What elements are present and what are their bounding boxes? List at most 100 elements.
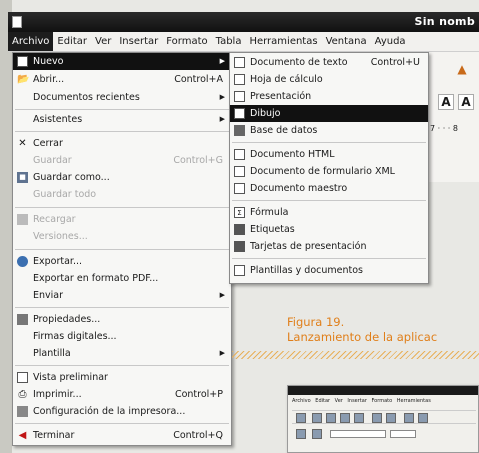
- menu-insertar[interactable]: Insertar: [115, 32, 162, 51]
- master-document-icon: [234, 183, 245, 194]
- submenu-item-etiquetas[interactable]: Etiquetas: [230, 221, 428, 238]
- export-icon: [17, 256, 28, 267]
- paint-bucket-icon[interactable]: ▲: [452, 62, 472, 80]
- bold-button[interactable]: A: [438, 94, 454, 110]
- menu-item-documentos-recientes[interactable]: Documentos recientes ▶: [13, 89, 231, 106]
- menu-tabla[interactable]: Tabla: [212, 32, 246, 51]
- submenu-arrow-icon: ▶: [219, 115, 225, 123]
- menu-separator: [15, 109, 229, 110]
- menu-item-abrir[interactable]: 📂 Abrir... Control+A: [13, 71, 231, 88]
- thumbnail-menubar: Archivo Editar Ver Insertar Formato Herr…: [292, 398, 431, 404]
- menu-item-guardar-todo[interactable]: Guardar todo: [13, 186, 231, 203]
- labels-icon: [234, 224, 245, 235]
- submenu-item-plantillas[interactable]: Plantillas y documentos: [230, 262, 428, 279]
- business-cards-icon: [234, 241, 245, 252]
- html-document-icon: [234, 149, 245, 160]
- text-document-icon: [234, 57, 245, 68]
- toolbar-icon: [296, 413, 306, 423]
- menu-formato[interactable]: Formato: [162, 32, 211, 51]
- menu-item-enviar[interactable]: Enviar ▶: [13, 287, 231, 304]
- properties-icon: [17, 314, 28, 325]
- figure-caption: Figura 19. Lanzamiento de la aplicac: [287, 315, 437, 345]
- drawing-icon: [234, 108, 245, 119]
- save-as-icon: ■: [17, 172, 28, 183]
- submenu-item-documento-html[interactable]: Documento HTML: [230, 146, 428, 163]
- menu-ver[interactable]: Ver: [91, 32, 115, 51]
- submenu-item-tarjetas[interactable]: Tarjetas de presentación: [230, 238, 428, 255]
- menu-ayuda[interactable]: Ayuda: [371, 32, 410, 51]
- toolbar-icon: [354, 413, 364, 423]
- submenu-arrow-icon: ▶: [219, 291, 225, 299]
- submenu-item-formulario-xml[interactable]: Documento de formulario XML: [230, 163, 428, 180]
- menu-item-nuevo[interactable]: Nuevo ▶: [13, 53, 231, 70]
- menu-item-guardar-como[interactable]: ■ Guardar como...: [13, 169, 231, 186]
- menu-item-terminar[interactable]: ◀ Terminar Control+Q: [13, 427, 231, 444]
- submenu-item-formula[interactable]: Σ Fórmula: [230, 204, 428, 221]
- submenu-item-hoja-calculo[interactable]: Hoja de cálculo: [230, 71, 428, 88]
- submenu-item-base-datos[interactable]: Base de datos: [230, 122, 428, 139]
- document-toolbar-area: ▲ A A 7 · · · 8: [428, 52, 479, 182]
- menu-item-versiones[interactable]: Versiones...: [13, 228, 231, 245]
- submenu-item-presentacion[interactable]: Presentación: [230, 88, 428, 105]
- toolbar-icon: [386, 413, 396, 423]
- file-menu: Nuevo ▶ 📂 Abrir... Control+A Documentos …: [12, 52, 232, 446]
- menu-item-exportar-pdf[interactable]: Exportar en formato PDF...: [13, 270, 231, 287]
- toolbar-icon: [312, 429, 322, 439]
- menu-separator: [232, 258, 426, 259]
- thumbnail-toolbar-2: [292, 428, 476, 440]
- thumbnail-dropdown: [330, 430, 386, 438]
- formula-icon: Σ: [234, 207, 245, 218]
- reload-icon: [17, 214, 28, 225]
- thumbnail-toolbar: [292, 410, 476, 424]
- database-icon: [234, 125, 245, 136]
- thumbnail-titlebar: [288, 386, 478, 395]
- menu-item-configuracion-impresora[interactable]: Configuración de la impresora...: [13, 403, 231, 420]
- decorative-stripes: [232, 351, 479, 359]
- italic-button[interactable]: A: [458, 94, 474, 110]
- left-margin-strip: [0, 0, 12, 453]
- menu-separator: [15, 365, 229, 366]
- window-titlebar: Sin nomb: [8, 12, 479, 32]
- open-folder-icon: 📂: [17, 74, 30, 85]
- menu-item-guardar[interactable]: Guardar Control+G: [13, 152, 231, 169]
- menu-separator: [232, 200, 426, 201]
- submenu-item-documento-maestro[interactable]: Documento maestro: [230, 180, 428, 197]
- new-document-icon: [17, 56, 28, 67]
- toolbar-icon: [372, 413, 382, 423]
- figure-description: Lanzamiento de la aplicac: [287, 330, 438, 344]
- printer-settings-icon: [17, 406, 28, 417]
- new-submenu: Documento de texto Control+U Hoja de cál…: [229, 52, 429, 284]
- presentation-icon: [234, 91, 245, 102]
- ruler: 7 · · · 8: [430, 124, 458, 133]
- submenu-item-documento-texto[interactable]: Documento de texto Control+U: [230, 54, 428, 71]
- menu-item-propiedades[interactable]: Propiedades...: [13, 311, 231, 328]
- menu-herramientas[interactable]: Herramientas: [245, 32, 321, 51]
- checkbox-icon[interactable]: [17, 372, 28, 383]
- xml-form-icon: [234, 166, 245, 177]
- menu-item-firmas-digitales[interactable]: Firmas digitales...: [13, 328, 231, 345]
- menu-item-vista-preliminar[interactable]: Vista preliminar: [13, 369, 231, 386]
- submenu-arrow-icon: ▶: [219, 349, 225, 357]
- menu-editar[interactable]: Editar: [53, 32, 91, 51]
- menu-separator: [15, 423, 229, 424]
- menu-item-asistentes[interactable]: Asistentes ▶: [13, 111, 231, 128]
- menu-item-cerrar[interactable]: ✕ Cerrar: [13, 135, 231, 152]
- app-icon: [12, 16, 22, 28]
- submenu-arrow-icon: ▶: [219, 57, 225, 65]
- menubar: Archivo Editar Ver Insertar Formato Tabl…: [8, 32, 479, 52]
- menu-separator: [232, 142, 426, 143]
- menu-item-plantilla[interactable]: Plantilla ▶: [13, 345, 231, 362]
- menu-separator: [15, 307, 229, 308]
- toolbar-icon: [312, 413, 322, 423]
- templates-icon: [234, 265, 245, 276]
- submenu-item-dibujo[interactable]: Dibujo: [230, 105, 428, 122]
- figure-number: Figura 19.: [287, 315, 345, 329]
- menu-item-imprimir[interactable]: ⎙ Imprimir... Control+P: [13, 386, 231, 403]
- menu-ventana[interactable]: Ventana: [322, 32, 371, 51]
- toolbar-icon: [340, 413, 350, 423]
- menu-item-recargar[interactable]: Recargar: [13, 211, 231, 228]
- menu-archivo[interactable]: Archivo: [8, 32, 54, 51]
- printer-icon: ⎙: [18, 389, 27, 400]
- menu-item-exportar[interactable]: Exportar...: [13, 253, 231, 270]
- toolbar-icon: [296, 429, 306, 439]
